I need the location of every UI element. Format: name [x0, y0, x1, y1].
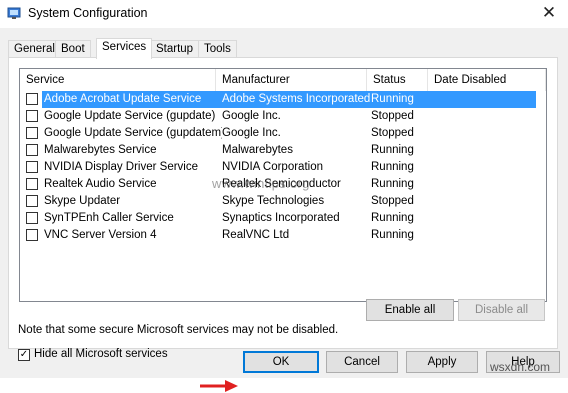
table-row[interactable]: Skype Updater Skype Technologies Stopped	[20, 193, 536, 210]
disable-all-button[interactable]: Disable all	[458, 299, 545, 321]
enable-all-button[interactable]: Enable all	[366, 299, 454, 321]
service-name: Skype Updater	[44, 195, 121, 207]
service-name: VNC Server Version 4	[44, 229, 157, 241]
dialog-client: General Boot Services Startup Tools Serv…	[0, 28, 568, 392]
service-status: Running	[371, 178, 414, 190]
service-name: Realtek Audio Service	[44, 178, 157, 190]
column-header-service[interactable]: Service	[20, 69, 216, 91]
service-details: Google Inc. Stopped	[220, 108, 536, 125]
close-icon: ✕	[541, 3, 557, 22]
service-status: Running	[371, 93, 414, 105]
tab-general[interactable]: General	[8, 40, 61, 58]
service-checkbox[interactable]	[26, 195, 38, 207]
pointer-arrow-icon	[200, 380, 238, 392]
ok-button[interactable]: OK	[243, 351, 319, 373]
table-row[interactable]: Malwarebytes Service Malwarebytes Running	[20, 142, 536, 159]
column-header-status[interactable]: Status	[367, 69, 428, 91]
table-row[interactable]: Google Update Service (gupdatem) Google I…	[20, 125, 536, 142]
service-name: NVIDIA Display Driver Service	[44, 161, 199, 173]
table-row[interactable]: SynTPEnh Caller Service Synaptics Incorpo…	[20, 210, 536, 227]
service-checkbox[interactable]	[26, 144, 38, 156]
service-status: Stopped	[371, 195, 414, 207]
service-checkbox[interactable]	[26, 229, 38, 241]
service-checkbox[interactable]	[26, 161, 38, 173]
tab-boot[interactable]: Boot	[55, 40, 91, 58]
service-manufacturer: NVIDIA Corporation	[222, 161, 323, 173]
service-manufacturer: Adobe Systems Incorporated	[222, 93, 371, 105]
list-header: Service Manufacturer Status Date Disable…	[20, 69, 546, 91]
service-details: Google Inc. Stopped	[220, 125, 536, 142]
service-status: Running	[371, 144, 414, 156]
table-row[interactable]: Adobe Acrobat Update Service Adobe System…	[20, 91, 536, 108]
service-details: Skype Technologies Stopped	[220, 193, 536, 210]
service-name: Malwarebytes Service	[44, 144, 157, 156]
cancel-button[interactable]: Cancel	[326, 351, 398, 373]
hide-ms-services-checkbox[interactable]: ✓	[18, 349, 30, 361]
service-details: Adobe Systems Incorporated Running	[220, 91, 536, 108]
service-status: Stopped	[371, 110, 414, 122]
secure-services-note: Note that some secure Microsoft services…	[18, 324, 339, 336]
title-bar: System Configuration ✕	[0, 0, 568, 28]
service-checkbox[interactable]	[26, 110, 38, 122]
table-row[interactable]: VNC Server Version 4 RealVNC Ltd Running	[20, 227, 536, 244]
service-manufacturer: Google Inc.	[222, 127, 281, 139]
watermark-text: www.wintips.org	[212, 176, 310, 191]
service-manufacturer: Synaptics Incorporated	[222, 212, 340, 224]
tab-tools[interactable]: Tools	[198, 40, 237, 58]
tab-services[interactable]: Services	[96, 38, 153, 59]
apply-button[interactable]: Apply	[406, 351, 478, 373]
service-name: Google Update Service (gupdate)	[44, 110, 216, 122]
service-checkbox[interactable]	[26, 93, 38, 105]
service-status: Running	[371, 212, 414, 224]
service-details: Synaptics Incorporated Running	[220, 210, 536, 227]
service-details: NVIDIA Corporation Running	[220, 159, 536, 176]
service-status: Running	[371, 161, 414, 173]
service-checkbox[interactable]	[26, 178, 38, 190]
service-status: Stopped	[371, 127, 414, 139]
service-manufacturer: Malwarebytes	[222, 144, 293, 156]
corner-watermark-text: wsxdn.com	[490, 360, 551, 374]
close-button[interactable]: ✕	[536, 2, 562, 24]
tab-startup[interactable]: Startup	[150, 40, 200, 58]
service-manufacturer: Skype Technologies	[222, 195, 325, 207]
column-header-manufacturer[interactable]: Manufacturer	[216, 69, 367, 91]
service-checkbox[interactable]	[26, 127, 38, 139]
table-row[interactable]: NVIDIA Display Driver Service NVIDIA Corp…	[20, 159, 536, 176]
service-name: Adobe Acrobat Update Service	[42, 91, 222, 108]
system-configuration-icon	[7, 7, 21, 19]
service-name: SynTPEnh Caller Service	[44, 212, 174, 224]
service-checkbox[interactable]	[26, 212, 38, 224]
column-header-date-disabled[interactable]: Date Disabled	[428, 69, 546, 91]
hide-ms-services-label: Hide all Microsoft services	[34, 348, 168, 360]
table-row[interactable]: Google Update Service (gupdate) Google In…	[20, 108, 536, 125]
service-status: Running	[371, 229, 414, 241]
service-name: Google Update Service (gupdatem)	[44, 127, 222, 139]
service-manufacturer: Google Inc.	[222, 110, 281, 122]
service-details: RealVNC Ltd Running	[220, 227, 536, 244]
service-manufacturer: RealVNC Ltd	[222, 229, 290, 241]
service-details: Malwarebytes Running	[220, 142, 536, 159]
window-title: System Configuration	[28, 6, 148, 20]
